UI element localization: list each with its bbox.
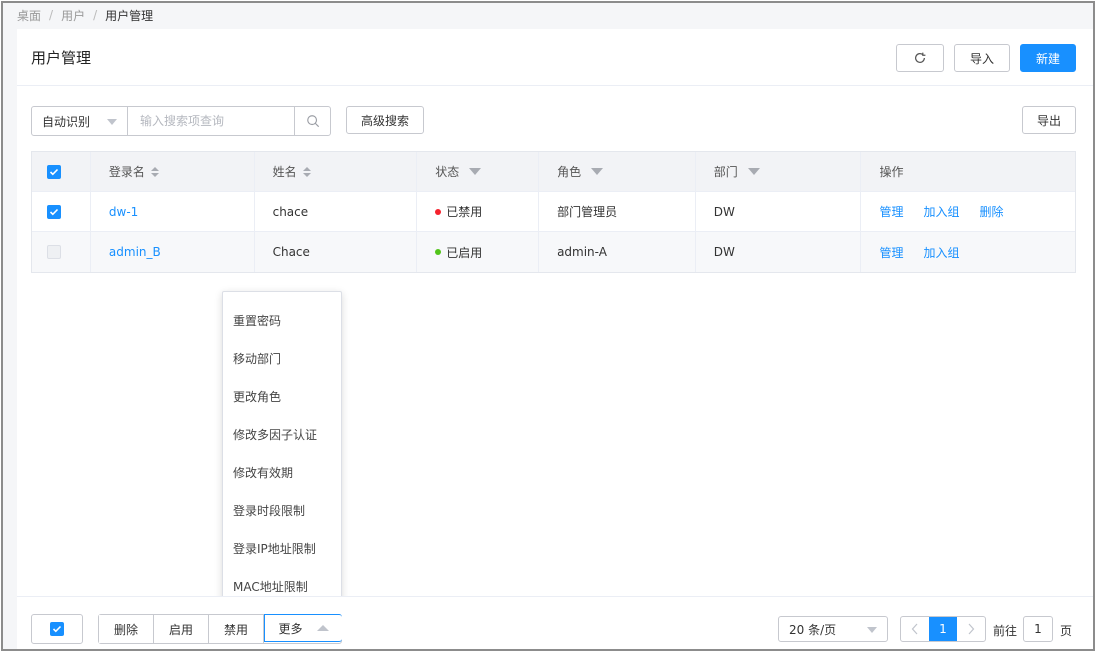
column-header-actions: 操作 [879, 165, 904, 179]
goto-page-input[interactable] [1023, 616, 1053, 642]
refresh-icon [915, 52, 926, 63]
delete-link[interactable]: 删除 [979, 203, 1003, 220]
name-cell: chace [255, 192, 418, 231]
chevron-right-icon [968, 623, 975, 635]
next-page-button[interactable] [957, 617, 985, 641]
sort-icon[interactable] [302, 166, 311, 177]
breadcrumb-desktop[interactable]: 桌面 [17, 7, 41, 24]
footer-select-all[interactable] [31, 614, 83, 644]
check-icon [49, 168, 59, 175]
search-icon [306, 115, 319, 128]
main-panel: 用户管理 导入 新建 自动识别 高级搜索 [17, 29, 1093, 649]
breadcrumb: 桌面 / 用户 / 用户管理 [17, 7, 153, 23]
dept-cell: DW [696, 192, 862, 231]
select-all-checkbox[interactable] [47, 164, 61, 179]
status-dot [435, 249, 442, 255]
footer-checkbox [50, 622, 64, 636]
search-button[interactable] [294, 107, 330, 135]
filter-icon[interactable] [591, 168, 604, 175]
menu-item-login-time-limit[interactable]: 登录时段限制 [223, 491, 341, 529]
login-link[interactable]: admin_B [109, 245, 161, 259]
breadcrumb-separator: / [93, 8, 98, 22]
filter-icon[interactable] [747, 168, 760, 175]
add-to-group-link[interactable]: 加入组 [923, 244, 959, 261]
role-cell: 部门管理员 [539, 192, 696, 231]
manage-link[interactable]: 管理 [879, 203, 903, 220]
batch-disable-button[interactable]: 禁用 [209, 615, 264, 643]
table-row: dw-1 chace 已禁用 部门管理员 DW 管理 加入组 删除 [32, 192, 1075, 232]
actions-cell: 管理 加入组 [861, 232, 1075, 272]
row-checkbox[interactable] [47, 204, 61, 219]
more-actions-menu: 重置密码 移动部门 更改角色 修改多因子认证 修改有效期 登录时段限制 登录IP… [222, 291, 342, 608]
row-checkbox[interactable] [47, 245, 61, 259]
filter-icon[interactable] [469, 168, 482, 175]
search-input[interactable] [128, 107, 294, 135]
goto-label: 前往 [993, 624, 1018, 638]
chevron-down-icon [867, 627, 877, 633]
page-title: 用户管理 [31, 49, 92, 67]
menu-item-change-role[interactable]: 更改角色 [223, 377, 341, 415]
menu-item-modify-validity[interactable]: 修改有效期 [223, 453, 341, 491]
breadcrumb-users[interactable]: 用户 [61, 7, 85, 24]
column-header-dept[interactable]: 部门 [696, 152, 862, 191]
user-table: 登录名 姓名 状态 角色 部门 操作 dw-1 chace 已禁用 部门管理员 … [31, 151, 1076, 273]
manage-link[interactable]: 管理 [879, 244, 903, 261]
advanced-search-button[interactable]: 高级搜索 [346, 106, 424, 134]
actions-cell: 管理 加入组 删除 [861, 192, 1075, 231]
breadcrumb-user-management: 用户管理 [105, 8, 154, 23]
page-size-select[interactable]: 20 条/页 [778, 616, 888, 642]
login-link[interactable]: dw-1 [109, 205, 138, 219]
batch-more-button[interactable]: 更多 [264, 614, 342, 642]
panel-header: 用户管理 导入 新建 [17, 29, 1093, 86]
role-cell: admin-A [539, 232, 696, 272]
chevron-up-icon [316, 625, 329, 631]
dept-cell: DW [696, 232, 862, 272]
column-header-status[interactable]: 状态 [417, 152, 540, 191]
check-icon [49, 208, 59, 215]
page-number-button[interactable]: 1 [929, 617, 957, 641]
table-header-row: 登录名 姓名 状态 角色 部门 操作 [32, 152, 1075, 192]
page-suffix: 页 [1060, 624, 1073, 638]
import-button[interactable]: 导入 [954, 44, 1010, 72]
batch-enable-button[interactable]: 启用 [154, 615, 209, 643]
search-bar: 自动识别 [31, 106, 331, 136]
app-frame: 桌面 / 用户 / 用户管理 用户管理 导入 新建 自动识别 输入搜索项查询 高… [1, 1, 1095, 651]
prev-page-button[interactable] [901, 617, 929, 641]
table-row: admin_B Chace 已启用 admin-A DW 管理 加入组 [32, 232, 1075, 272]
footer-bar: 删除 启用 禁用 更多 20 条/页 1 前往 1 页 [17, 596, 1093, 649]
column-header-login[interactable]: 登录名 [91, 152, 255, 191]
export-button[interactable]: 导出 [1022, 106, 1076, 134]
name-cell: Chace [255, 232, 418, 272]
menu-item-login-ip-limit[interactable]: 登录IP地址限制 [223, 529, 341, 567]
search-mode-select[interactable]: 自动识别 [32, 107, 128, 135]
menu-item-modify-mfa[interactable]: 修改多因子认证 [223, 415, 341, 453]
menu-item-reset-password[interactable]: 重置密码 [223, 301, 341, 339]
chevron-down-icon [107, 119, 117, 125]
column-header-role[interactable]: 角色 [539, 152, 696, 191]
batch-actions: 删除 启用 禁用 更多 [98, 614, 342, 644]
search-mode-value: 自动识别 [42, 114, 91, 129]
new-button[interactable]: 新建 [1020, 44, 1076, 72]
status-dot [435, 208, 442, 215]
sort-icon[interactable] [150, 166, 159, 177]
breadcrumb-separator: / [49, 8, 54, 22]
check-icon [52, 625, 62, 633]
column-header-name[interactable]: 姓名 [255, 152, 418, 191]
batch-delete-button[interactable]: 删除 [99, 615, 154, 643]
chevron-left-icon [911, 623, 918, 635]
refresh-button[interactable] [896, 44, 944, 72]
menu-item-move-department[interactable]: 移动部门 [223, 339, 341, 377]
status-cell: 已禁用 [417, 192, 540, 231]
status-cell: 已启用 [417, 232, 540, 272]
add-to-group-link[interactable]: 加入组 [923, 203, 959, 220]
pagination: 1 [900, 616, 986, 642]
